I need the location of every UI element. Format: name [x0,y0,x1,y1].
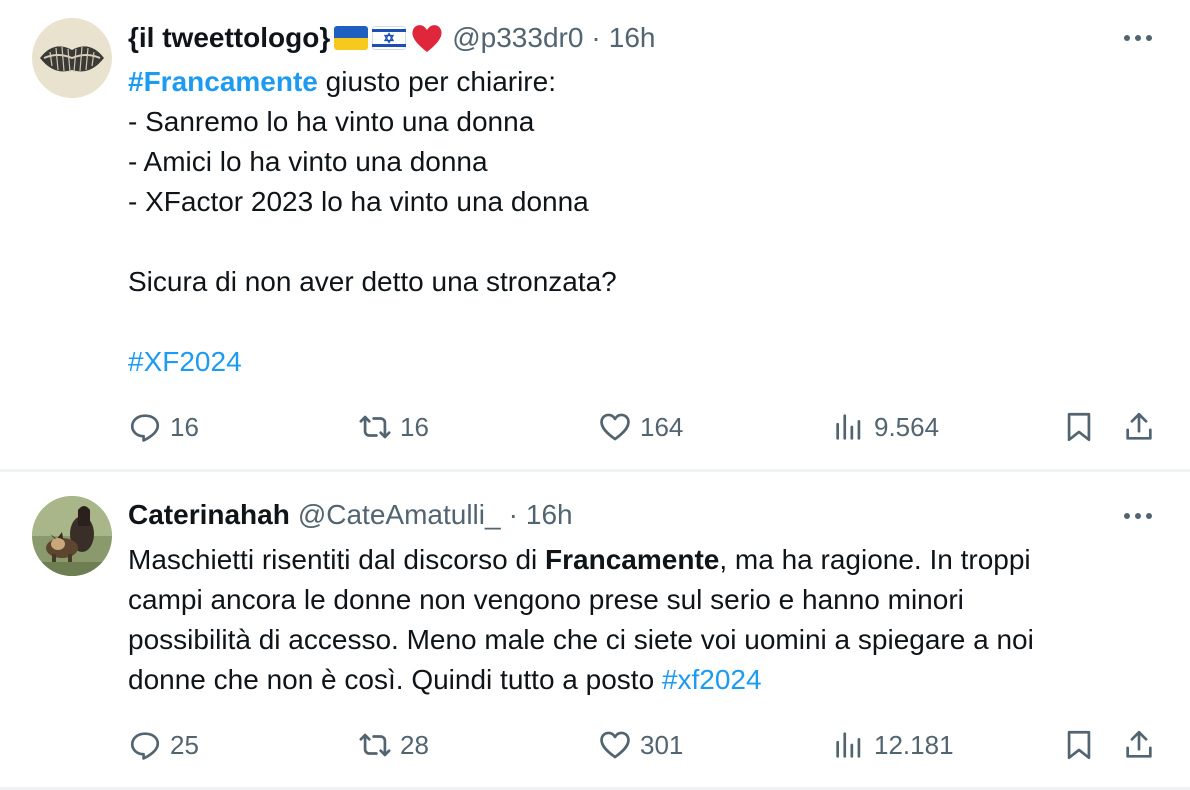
tweet-header: Caterinahah @CateAmatulli_ · 16h [128,495,573,535]
text-span: Maschietti risentiti dal discorso di [128,544,546,575]
share-button[interactable] [1122,725,1156,765]
like-icon [600,731,630,759]
text-span: donne che non è così. Quindi tutto a pos… [128,664,662,695]
tweet[interactable]: {il tweettologo} @p333dr0 · 16h #Francam… [0,0,1190,470]
separator: · [508,499,518,530]
text-line: - Amici lo ha vinto una donna [128,146,488,177]
retweet-button[interactable]: 16 [358,407,429,447]
avatar[interactable] [32,496,112,576]
reply-icon [130,414,160,442]
retweet-icon [359,733,391,757]
tweet-text: #Francamente giusto per chiarire: - Sanr… [128,62,1148,382]
tweet-header: {il tweettologo} @p333dr0 · 16h [128,18,655,58]
timestamp[interactable]: 16h [609,22,656,54]
text-line: donne che non è così. Quindi tutto a pos… [128,660,1148,700]
like-button[interactable]: 164 [598,407,683,447]
text-line: Sicura di non aver detto una stronzata? [128,266,617,297]
avatar-image [32,18,112,98]
views-button[interactable]: 12.181 [832,725,954,765]
display-name[interactable]: {il tweettologo} [128,22,330,54]
name-emojis [334,22,444,54]
like-count: 164 [640,411,684,442]
retweet-count: 16 [400,411,429,442]
share-icon [1126,730,1152,758]
retweet-button[interactable]: 28 [358,725,429,765]
views-icon [836,732,861,758]
hashtag-link[interactable]: #XF2024 [128,346,242,377]
action-bar: 16 16 164 9.564 [128,407,1162,447]
bookmark-button[interactable] [1062,725,1096,765]
handle[interactable]: @p333dr0 [452,22,583,54]
israel-flag-icon [372,26,407,50]
reply-count: 25 [170,729,199,760]
share-button[interactable] [1122,407,1156,447]
reply-button[interactable]: 16 [128,407,199,447]
reply-button[interactable]: 25 [128,725,199,765]
separator: · [591,22,601,53]
text-line: campi ancora le donne non vengono prese … [128,584,964,615]
views-icon [836,414,861,440]
more-icon [1124,513,1152,519]
tweet-text: Maschietti risentiti dal discorso di Fra… [128,540,1148,700]
retweet-icon [359,415,391,439]
more-button[interactable] [1120,20,1156,56]
text-line: #XF2024 [128,342,1148,382]
display-name[interactable]: Caterinahah [128,499,290,531]
views-count: 9.564 [874,411,940,442]
avatar[interactable] [32,18,112,98]
mention-bold: Francamente [545,544,720,575]
heart-emoji-icon [412,25,442,52]
handle[interactable]: @CateAmatulli_ [298,499,501,531]
hashtag-link[interactable]: #xf2024 [662,664,762,695]
views-count: 12.181 [874,729,954,760]
text-line: #Francamente giusto per chiarire: [128,62,1148,102]
bookmark-icon [1067,412,1091,442]
bookmark-button[interactable] [1062,407,1096,447]
retweet-count: 28 [400,729,429,760]
text-span: giusto per chiarire: [317,66,556,97]
reply-icon [130,732,160,760]
share-icon [1126,412,1152,440]
reply-count: 16 [170,411,199,442]
text-span: , ma ha ragione. In troppi [719,544,1031,575]
action-bar: 25 28 301 12.181 [128,725,1162,765]
like-count: 301 [640,729,684,760]
avatar-image [32,496,112,576]
text-line: - Sanremo lo ha vinto una donna [128,106,535,137]
views-button[interactable]: 9.564 [832,407,939,447]
hashtag-link[interactable]: #Francamente [128,66,318,97]
text-line: - XFactor 2023 lo ha vinto una donna [128,186,589,217]
like-icon [600,413,630,441]
text-line: Maschietti risentiti dal discorso di Fra… [128,540,1148,580]
bookmark-icon [1067,730,1091,760]
more-icon [1124,35,1152,41]
ukraine-flag-icon [334,26,369,50]
text-line: possibilità di accesso. Meno male che ci… [128,624,1034,655]
more-button[interactable] [1120,498,1156,534]
timestamp[interactable]: 16h [526,499,573,531]
like-button[interactable]: 301 [598,725,683,765]
